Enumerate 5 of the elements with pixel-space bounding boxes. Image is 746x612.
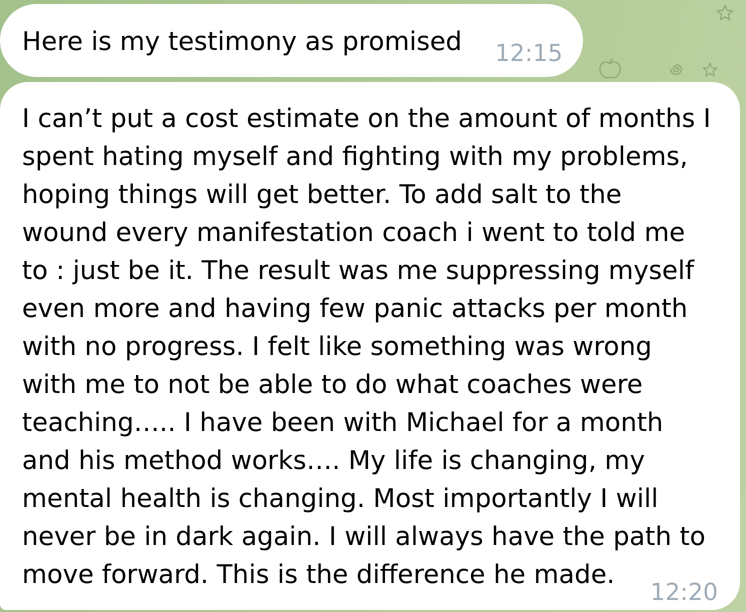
message-time: 12:15 (494, 45, 563, 62)
message-text: Here is my testimony as promised (22, 27, 462, 57)
star-doodle-icon (702, 62, 718, 78)
star-doodle-icon (716, 4, 734, 22)
apple-doodle-icon (598, 58, 622, 80)
